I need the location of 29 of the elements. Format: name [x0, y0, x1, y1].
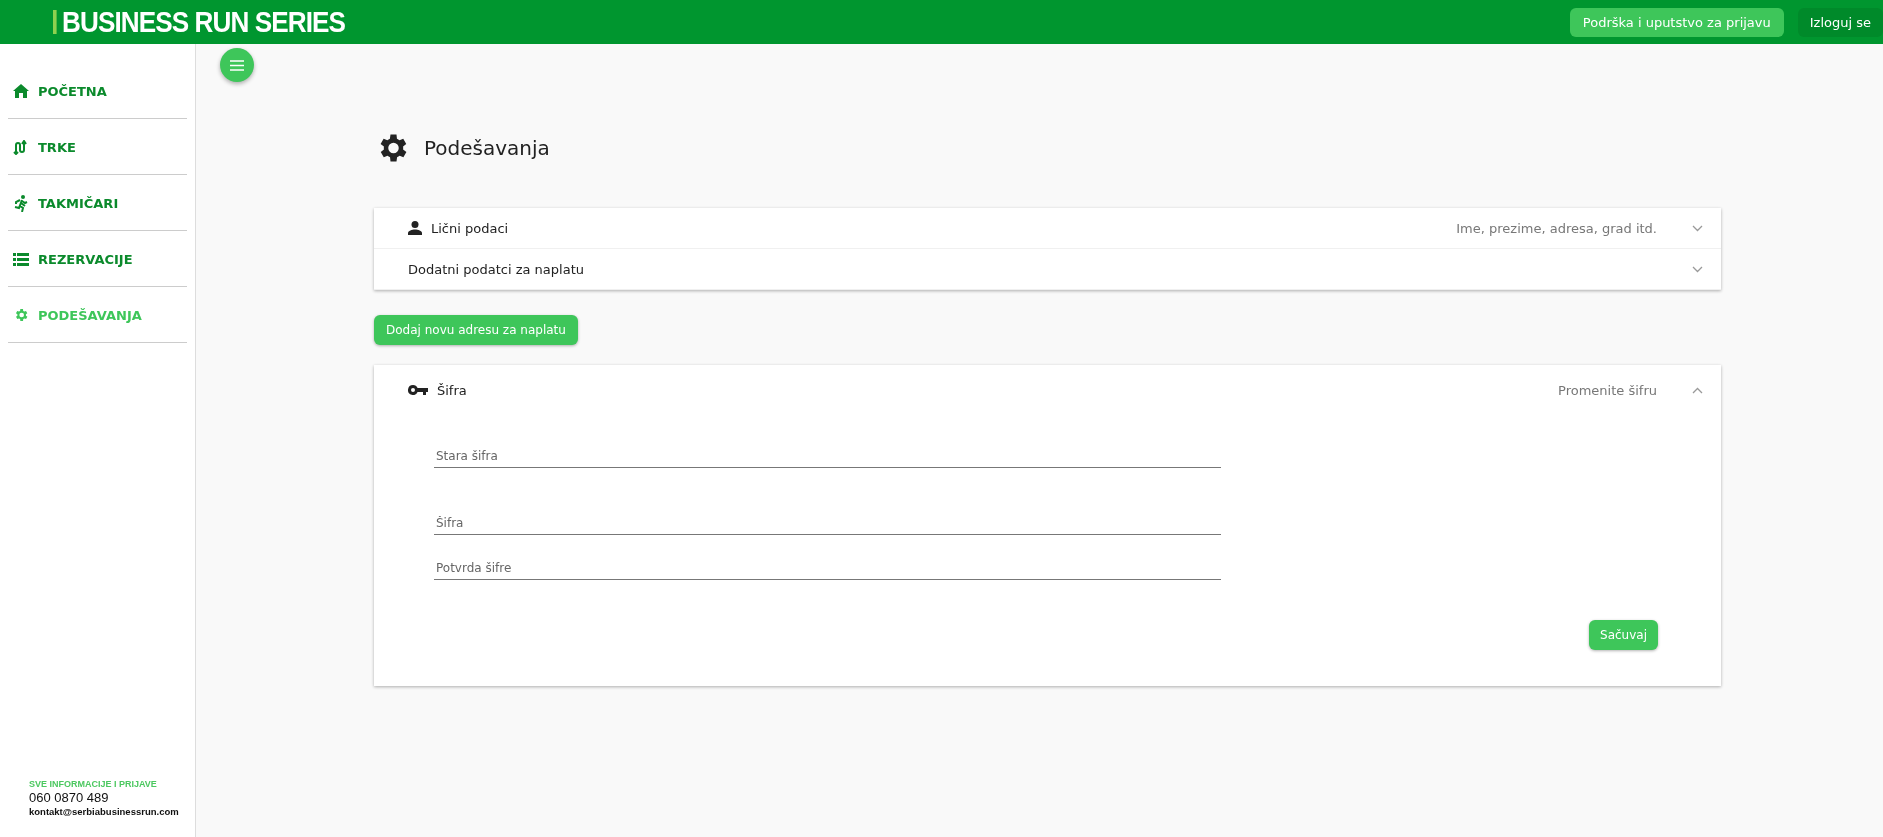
chevron-down-icon[interactable]	[1692, 224, 1703, 232]
list-icon	[13, 252, 29, 266]
logo-text: BUSINESS RUN SERIES	[62, 5, 346, 39]
panel-header[interactable]: Lični podaci Ime, prezime, adresa, grad itd.	[374, 208, 1721, 249]
chevron-down-icon[interactable]	[1692, 265, 1703, 273]
password-field[interactable]: Potvrda šifre	[434, 557, 1221, 580]
email-address: kontakt@serbiabusinessrun.com	[29, 806, 180, 817]
panel-header[interactable]: Dodatni podatci za naplatu	[374, 249, 1721, 290]
person-icon	[408, 221, 422, 235]
nav-item[interactable]: POČETNA	[8, 64, 187, 119]
key-icon	[408, 385, 428, 395]
menu-icon	[230, 59, 244, 71]
logout-button[interactable]: Izloguj se	[1797, 7, 1883, 37]
password-field[interactable]: Šifra	[434, 512, 1221, 535]
logo-bar	[53, 10, 57, 34]
nav-item[interactable]: TRKE	[8, 120, 187, 175]
phone-number: 060 0870 489	[29, 790, 110, 805]
footer-heading: SVE INFORMACIJE I PRIJAVE	[29, 779, 158, 789]
route-icon	[13, 139, 29, 155]
chevron-up-icon[interactable]	[1692, 386, 1703, 394]
home-icon	[13, 84, 29, 98]
settings-icon	[13, 307, 29, 323]
panel-header[interactable]: Šifra Promenite šifru	[374, 365, 1721, 415]
password-field[interactable]: Stara šifra	[434, 445, 1221, 468]
nav-item[interactable]: TAKMIČARI	[8, 176, 187, 231]
menu-button[interactable]	[220, 48, 254, 82]
nav-item[interactable]: REZERVACIJE	[8, 232, 187, 287]
page-title: Podešavanja	[424, 136, 550, 160]
runner-icon	[13, 194, 29, 212]
